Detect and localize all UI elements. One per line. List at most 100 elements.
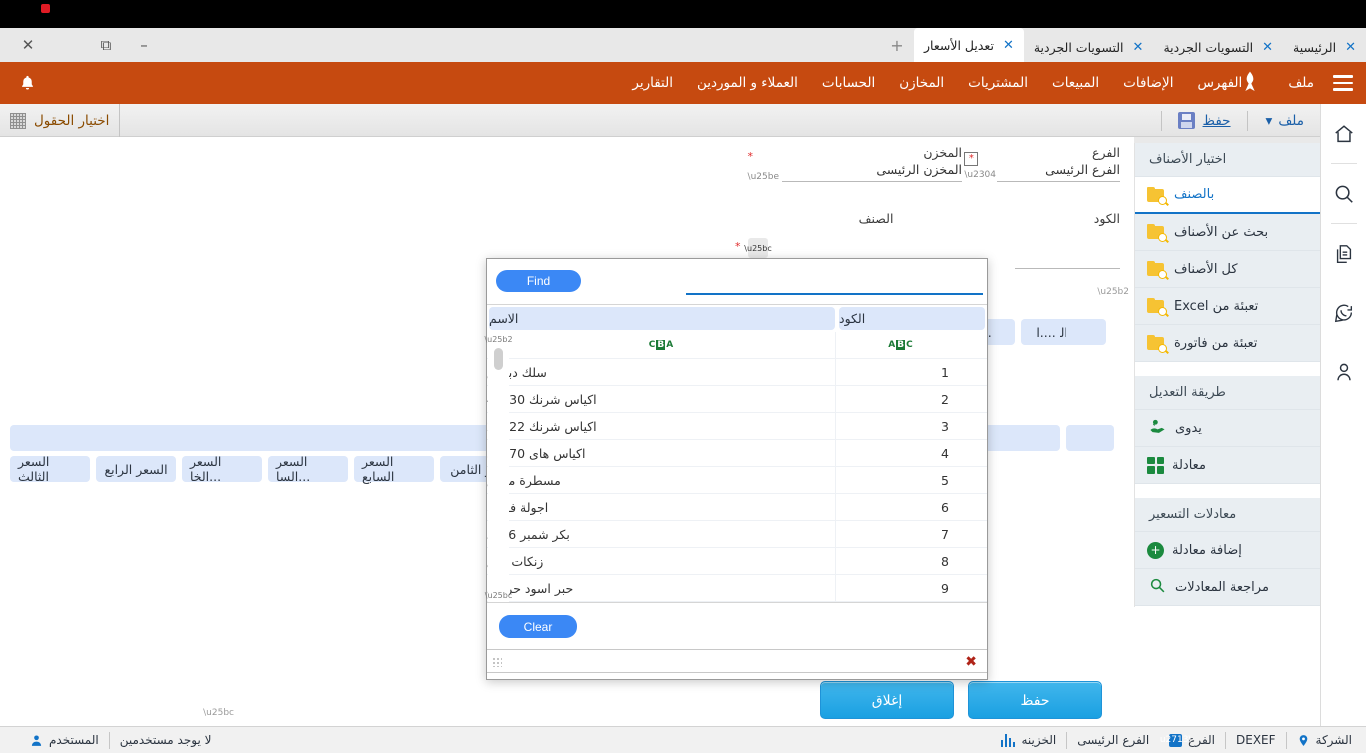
branch-dropdown[interactable]: * \u2304 xyxy=(964,146,996,180)
table-row[interactable]: زنكات طبع8 xyxy=(487,548,987,575)
menu-item-5[interactable]: المخازن xyxy=(887,62,956,104)
checkbox-icon[interactable]: \u2713 xyxy=(1169,734,1182,747)
sidebar-item-0-0[interactable]: بالصنف xyxy=(1135,177,1320,214)
row-code-cell: 3 xyxy=(835,413,965,439)
sidebar-item-0-2[interactable]: كل الأصناف xyxy=(1135,251,1320,288)
sidebar-item-0-1[interactable]: بحث عن الأصناف xyxy=(1135,214,1320,251)
file-menu-button[interactable]: ملف ▾ xyxy=(1254,104,1316,137)
sidebar-scroll-track[interactable] xyxy=(1134,137,1320,143)
menu-item-8[interactable]: التقارير xyxy=(620,62,685,104)
status-branch[interactable]: الفرع \u2713 xyxy=(1159,727,1225,753)
code-input[interactable] xyxy=(1015,247,1120,269)
menu-item-0[interactable]: ملف xyxy=(1276,62,1326,104)
store-value[interactable]: المخزن الرئيسى xyxy=(782,160,962,182)
rail-person-icon[interactable] xyxy=(1321,342,1366,401)
notifications-button[interactable] xyxy=(10,62,44,104)
table-row[interactable]: اجولة فارغة6 xyxy=(487,494,987,521)
sidebar-item-2-1[interactable]: مراجعة المعادلات xyxy=(1135,569,1320,606)
price-column-header[interactable]: السعر السا... xyxy=(268,456,348,482)
table-row[interactable]: سلك دبوس1 xyxy=(487,359,987,386)
table-row[interactable]: اكياس شرنك 22*283 xyxy=(487,413,987,440)
table-row[interactable]: اكياس شرنك 30*402 xyxy=(487,386,987,413)
save-button[interactable]: حفظ xyxy=(1168,104,1241,137)
table-row[interactable]: حبر اسود حرارى9 xyxy=(487,575,987,602)
save-action-button[interactable]: حفظ xyxy=(968,681,1102,719)
menu-icon[interactable] xyxy=(1326,62,1360,104)
table-row[interactable]: اكياس هاى 70*504 xyxy=(487,440,987,467)
branch-value[interactable]: الفرع الرئيسى xyxy=(997,160,1120,182)
tab-label: تعديل الأسعار xyxy=(924,38,994,53)
sidebar-item-2-0[interactable]: إضافة معادلة+ xyxy=(1135,532,1320,569)
price-column-header[interactable]: السعر الثالث xyxy=(10,456,90,482)
choose-fields-button[interactable]: اختيار الحقول xyxy=(0,104,120,137)
sidebar-item-0-4[interactable]: تعبئة من فاتورة xyxy=(1135,325,1320,362)
dialog-close-icon[interactable]: ✖ xyxy=(965,654,977,670)
price-column-header[interactable]: السعر الرابع xyxy=(96,456,176,482)
tab-4[interactable]: ✕ تعديل الأسعار xyxy=(914,28,1024,62)
name-filter-abc-icon[interactable]: ABC xyxy=(649,340,673,350)
branch-value-text: الفرع الرئيسى xyxy=(1045,162,1120,177)
scroll-up-arrow[interactable]: \u25b2 xyxy=(488,332,509,346)
find-button[interactable]: Find xyxy=(496,270,581,292)
code-label: الكود xyxy=(1015,211,1120,226)
rail-whatsapp-icon[interactable] xyxy=(1321,283,1366,342)
menu-item-7[interactable]: العملاء و الموردين xyxy=(685,62,810,104)
rail-home-icon[interactable] xyxy=(1321,104,1366,163)
table-row[interactable]: مسطرة مقص5 xyxy=(487,467,987,494)
dialog-table-header: الاسم الكود xyxy=(487,305,987,332)
status-bar: المستخدم لا يوجد مستخدمين الخزينه الفرع … xyxy=(0,726,1366,753)
menu-item-6[interactable]: الحسابات xyxy=(810,62,887,104)
sidebar-item-1-0[interactable]: يدوى xyxy=(1135,410,1320,447)
sidebar-item-label: كل الأصناف xyxy=(1174,262,1238,277)
file-menu-label: ملف xyxy=(1278,113,1304,129)
scroll-thumb[interactable] xyxy=(494,348,503,370)
status-treasury[interactable]: الخزينه xyxy=(991,727,1066,753)
hidden-column-blank[interactable] xyxy=(1066,319,1106,345)
rail-documents-icon[interactable] xyxy=(1321,224,1366,283)
choose-fields-label: اختيار الحقول xyxy=(34,113,109,129)
new-tab-button[interactable]: + xyxy=(880,28,914,62)
tab-close-icon[interactable]: ✕ xyxy=(1262,40,1273,55)
item-dropdown-button[interactable]: \u25bc xyxy=(748,238,768,258)
close-action-button[interactable]: إغلاق xyxy=(820,681,954,719)
code-filter-abc-icon[interactable]: ABC xyxy=(888,340,912,350)
form-scroll-up-arrow[interactable]: \u25b2 xyxy=(1097,287,1129,297)
rail-search-icon[interactable] xyxy=(1321,164,1366,223)
sidebar-item-1-1[interactable]: معادلة xyxy=(1135,447,1320,484)
menu-item-3[interactable]: المبيعات xyxy=(1040,62,1111,104)
tab-close-icon[interactable]: ✕ xyxy=(1003,38,1014,53)
grid-icon xyxy=(10,113,26,129)
status-company[interactable]: الشركة xyxy=(1287,727,1366,753)
window-minimize-button[interactable]: – xyxy=(124,28,164,62)
price-column-header[interactable]: السعر السابع xyxy=(354,456,434,482)
window-close-button[interactable]: ✕ xyxy=(8,28,48,62)
menu-item-4[interactable]: المشتريات xyxy=(956,62,1040,104)
table-row[interactable]: بكر شمبر 6ملى7 xyxy=(487,521,987,548)
hidden-column-short[interactable]: ا.... xyxy=(1032,319,1060,345)
dialog-rows-container: ABC ABC سلك دبوس1اكياس شرنك 30*402اكياس … xyxy=(487,332,987,602)
row-name-cell: سلك دبوس xyxy=(487,359,835,385)
clear-button[interactable]: Clear xyxy=(499,615,577,638)
scroll-down-arrow[interactable]: \u25bc xyxy=(488,588,509,602)
column-header-code[interactable]: الكود xyxy=(839,307,985,330)
location-pin-icon xyxy=(1297,734,1310,747)
tab-2[interactable]: ✕التسويات الجردية xyxy=(1153,32,1283,62)
dialog-resize-grip[interactable] xyxy=(492,657,502,667)
form-scroll-down-arrow[interactable]: \u25bc xyxy=(203,708,234,718)
dialog-vertical-scrollbar[interactable]: \u25b2 \u25bc xyxy=(488,332,509,602)
status-user[interactable]: المستخدم xyxy=(0,727,109,753)
tab-3[interactable]: ✕التسويات الجردية xyxy=(1024,32,1154,62)
column-header-name[interactable]: الاسم xyxy=(489,307,835,330)
tab-1[interactable]: ✕الرئيسية xyxy=(1283,32,1366,62)
price-column-header[interactable]: السعر الخا... xyxy=(182,456,262,482)
menu-item-1[interactable]: الفهرس xyxy=(1185,62,1276,104)
sidebar-item-0-3[interactable]: تعبئة من Excel xyxy=(1135,288,1320,325)
row-code-cell: 5 xyxy=(835,467,965,493)
tab-close-icon[interactable]: ✕ xyxy=(1345,40,1356,55)
menu-item-2[interactable]: الإضافات xyxy=(1111,62,1185,104)
store-label: المخزن xyxy=(782,145,962,160)
store-dropdown-caret-icon[interactable]: \u25be xyxy=(748,172,779,182)
tab-close-icon[interactable]: ✕ xyxy=(1133,40,1144,55)
filter-row[interactable]: ABC ABC xyxy=(487,332,987,359)
dialog-search-input[interactable] xyxy=(686,265,983,295)
